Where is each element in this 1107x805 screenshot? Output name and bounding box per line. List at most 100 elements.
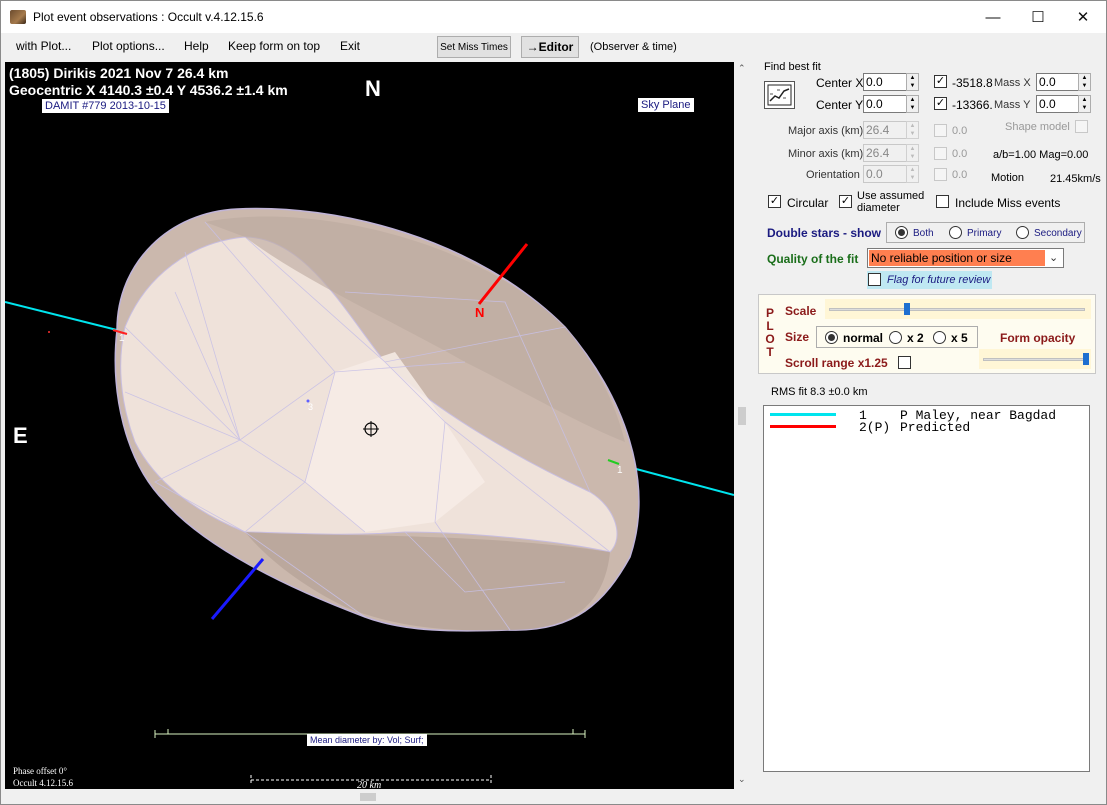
center-x-label: Center X: [816, 76, 864, 90]
scroll-up-icon[interactable]: ⌃: [738, 63, 746, 74]
vscroll-thumb[interactable]: [738, 407, 746, 425]
asteroid-shape-plot: [5, 207, 734, 785]
double-stars-label: Double stars - show: [767, 226, 882, 240]
vertical-scrollbar[interactable]: ⌃ ⌄: [735, 62, 749, 789]
minor-axis-field[interactable]: 26.4: [863, 144, 907, 162]
mass-x-stepper[interactable]: ▲ ▼: [1078, 73, 1091, 91]
observer-time-button[interactable]: (Observer & time): [590, 41, 677, 53]
scroll-range-label: Scroll range x1.25: [785, 356, 888, 370]
menu-bar: with Plot... Plot options... Help Keep f…: [1, 33, 1106, 59]
legend-scrollbar[interactable]: [1092, 405, 1106, 772]
center-x-stepper[interactable]: ▲ ▼: [906, 73, 919, 91]
editor-button[interactable]: →Editor: [521, 36, 579, 58]
scale-slider[interactable]: [825, 299, 1091, 319]
mass-y-stepper[interactable]: ▲ ▼: [1078, 95, 1091, 113]
pole-line-south: [210, 558, 265, 620]
size-label: Size: [785, 330, 810, 344]
km-scale-label: 20 km: [357, 780, 382, 789]
maximize-icon[interactable]: ☐: [1015, 1, 1061, 33]
motion-value: 21.45km/s: [1050, 173, 1101, 185]
legend-line-1: [770, 413, 836, 416]
rms-fit-label: RMS fit 8.3 ±0.0 km: [771, 386, 868, 398]
east-label: E: [13, 423, 28, 448]
quality-select[interactable]: No reliable position or size ⌄: [867, 248, 1064, 268]
double-stars-both-radio[interactable]: [895, 226, 908, 239]
minor-uncertainty: 0.0: [952, 148, 968, 160]
fix-major-checkbox[interactable]: [934, 124, 947, 137]
chord-label-1: 1: [119, 333, 125, 344]
version-label: Occult 4.12.15.6: [13, 778, 73, 788]
menu-with-plot[interactable]: with Plot...: [16, 39, 71, 53]
plot-canvas[interactable]: (1805) Dirikis 2021 Nov 7 26.4 km Geocen…: [5, 62, 734, 789]
include-miss-checkbox[interactable]: [936, 195, 949, 208]
shape-model-label: Shape model: [1005, 121, 1070, 133]
offset-y-value: -13366.: [952, 98, 993, 112]
chord-label-3: 3: [308, 402, 314, 412]
orientation-label: Orientation: [806, 169, 860, 181]
orientation-stepper[interactable]: ▲ ▼: [906, 165, 919, 183]
major-axis-label: Major axis (km): [788, 125, 864, 137]
center-x-field[interactable]: 0.0: [863, 73, 907, 91]
scroll-range-checkbox[interactable]: [898, 356, 911, 369]
size-x5-radio[interactable]: [933, 331, 946, 344]
size-x2-label: x 2: [907, 331, 924, 345]
quality-selected-value: No reliable position or size: [869, 250, 1045, 266]
minimize-icon[interactable]: —: [970, 1, 1016, 33]
hscroll-thumb[interactable]: [360, 793, 376, 801]
center-y-label: Center Y: [816, 98, 864, 112]
damit-badge: DAMIT #779 2013-10-15: [42, 99, 169, 113]
opacity-slider-thumb[interactable]: [1083, 353, 1089, 365]
size-normal-radio[interactable]: [825, 331, 838, 344]
north-label: N: [365, 76, 381, 101]
flag-review-checkbox[interactable]: [868, 273, 881, 286]
include-miss-label: Include Miss events: [955, 196, 1061, 210]
chord-label-2: 1: [617, 465, 623, 476]
major-axis-stepper[interactable]: ▲ ▼: [906, 121, 919, 139]
scale-slider-thumb[interactable]: [904, 303, 910, 315]
orientation-field[interactable]: 0.0: [863, 165, 907, 183]
center-y-stepper[interactable]: ▲ ▼: [906, 95, 919, 113]
shape-model-checkbox[interactable]: [1075, 120, 1088, 133]
opacity-slider[interactable]: [979, 349, 1091, 369]
center-y-field[interactable]: 0.0: [863, 95, 907, 113]
plot-side-label: P L O T: [765, 306, 775, 359]
circular-checkbox[interactable]: ✓: [768, 195, 781, 208]
menu-exit[interactable]: Exit: [340, 39, 360, 53]
scroll-down-icon[interactable]: ⌄: [738, 774, 746, 785]
double-stars-primary-radio[interactable]: [949, 226, 962, 239]
ab-mag-label: a/b=1.00 Mag=0.00: [993, 149, 1089, 161]
double-stars-primary-label: Primary: [967, 228, 1002, 239]
main-window: Plot event observations : Occult v.4.12.…: [0, 0, 1107, 805]
sky-plane-badge: Sky Plane: [638, 98, 694, 112]
double-stars-secondary-radio[interactable]: [1016, 226, 1029, 239]
menu-help[interactable]: Help: [184, 39, 209, 53]
use-assumed-checkbox[interactable]: ✓: [839, 195, 852, 208]
close-icon[interactable]: ✕: [1060, 1, 1106, 33]
major-axis-field[interactable]: 26.4: [863, 121, 907, 139]
size-x2-radio[interactable]: [889, 331, 902, 344]
fix-x-checkbox[interactable]: ✓: [934, 75, 947, 88]
major-uncertainty: 0.0: [952, 125, 968, 137]
menu-plot-options[interactable]: Plot options...: [92, 39, 165, 53]
observer-chord-left: [5, 301, 118, 331]
observer-legend-list[interactable]: 1 P Maley, near Bagdad 2(P) Predicted: [763, 405, 1090, 772]
mass-y-field[interactable]: 0.0: [1036, 95, 1079, 113]
minor-axis-stepper[interactable]: ▲ ▼: [906, 144, 919, 162]
double-stars-both-label: Both: [913, 228, 934, 239]
set-miss-times-button[interactable]: Set Miss Times: [437, 36, 511, 58]
double-stars-secondary-label: Secondary: [1034, 228, 1082, 239]
horizontal-scrollbar[interactable]: [5, 790, 734, 804]
motion-label: Motion: [991, 172, 1025, 184]
circular-label: Circular: [787, 196, 829, 210]
find-best-fit-button[interactable]: [764, 81, 795, 109]
fix-y-checkbox[interactable]: ✓: [934, 97, 947, 110]
find-best-fit-label: Find best fit: [764, 61, 821, 73]
fix-orientation-checkbox[interactable]: [934, 168, 947, 181]
best-fit-icon: [767, 84, 792, 106]
menu-keep-on-top[interactable]: Keep form on top: [228, 39, 320, 53]
scale-label: Scale: [785, 304, 817, 318]
phase-offset: Phase offset 0°: [13, 766, 67, 776]
mass-x-field[interactable]: 0.0: [1036, 73, 1079, 91]
use-assumed-label: Use assumed diameter: [857, 190, 925, 214]
fix-minor-checkbox[interactable]: [934, 147, 947, 160]
